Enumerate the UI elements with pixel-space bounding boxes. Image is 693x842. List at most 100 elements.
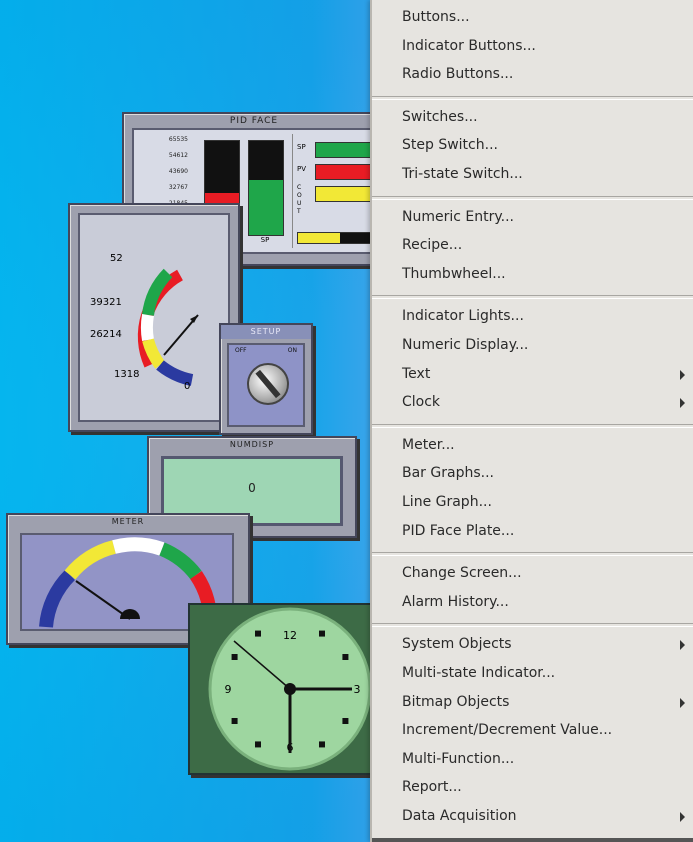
- menu-item-label: Indicator Buttons...: [402, 37, 536, 54]
- clock-tick: [342, 718, 349, 724]
- menu-separator: [372, 623, 693, 628]
- pid-faceplate-title: PID FACE: [229, 116, 279, 126]
- menu-item-label: Report...: [402, 779, 462, 796]
- setup-switch-window: SETUP OFF ON: [219, 323, 313, 435]
- clock-numeral-9: 9: [225, 683, 232, 696]
- menu-separator: [372, 295, 693, 300]
- pid-scale-label: 65535: [168, 136, 188, 143]
- submenu-arrow-icon: [680, 369, 685, 380]
- pid-scale-label: 32767: [168, 184, 188, 191]
- menu-item[interactable]: Switches...: [402, 104, 693, 130]
- menu-item[interactable]: Bar Graphs...: [402, 460, 693, 486]
- menu-item[interactable]: Report...: [402, 774, 693, 800]
- menu-item[interactable]: Radio Buttons...: [402, 61, 693, 87]
- menu-item-label: Buttons...: [402, 9, 470, 25]
- submenu-arrow-icon: [680, 640, 685, 651]
- menu-item-label: Indicator Lights...: [402, 308, 524, 325]
- meter-hub: [120, 609, 140, 619]
- menu-item-label: Bar Graphs...: [402, 465, 494, 482]
- clock-tick: [255, 741, 261, 748]
- menu-item-label: Switches...: [402, 108, 478, 125]
- clock-hub: [284, 683, 296, 695]
- pid-label-t: T: [297, 208, 301, 215]
- menu-item[interactable]: Step Switch...: [402, 132, 693, 158]
- clock-tick: [231, 654, 238, 660]
- meter-arc-white: [112, 537, 165, 556]
- clock-face: 12 3 6 9: [208, 607, 372, 771]
- setup-switch-title: SETUP: [221, 325, 311, 339]
- menu-item-label: Line Graph...: [402, 494, 492, 510]
- menu-item-label: Radio Buttons...: [402, 66, 514, 83]
- pv-horizontal-bar: [315, 164, 375, 180]
- meter-title: METER: [111, 517, 145, 526]
- clock-tick: [231, 718, 238, 724]
- clock-tick: [319, 630, 325, 637]
- menu-item[interactable]: Buttons...: [402, 4, 693, 30]
- arc-white: [140, 313, 154, 342]
- submenu-arrow-icon: [680, 812, 685, 822]
- menu-separator: [372, 552, 693, 557]
- menu-item[interactable]: Clock: [402, 389, 693, 415]
- pid-label-sp: SP: [297, 143, 306, 151]
- meter-arc-blue: [39, 570, 76, 628]
- numdisp-value: 0: [248, 481, 256, 495]
- menu-item[interactable]: Line Graph...: [402, 489, 693, 515]
- menu-item-label: Data Acquisition: [402, 808, 517, 824]
- menu-item[interactable]: Increment/Decrement Value...: [402, 717, 693, 743]
- arc-meter-graphic: [137, 268, 199, 386]
- menu-item-label: Numeric Display...: [402, 337, 529, 353]
- pid-label-u: U: [297, 200, 302, 207]
- menu-item[interactable]: Alarm History...: [402, 589, 693, 615]
- arc-label-52: 52: [110, 253, 123, 264]
- menu-item-label: Increment/Decrement Value...: [402, 722, 613, 739]
- menu-item[interactable]: Numeric Display...: [402, 332, 693, 358]
- menu-item[interactable]: Bitmap Objects: [402, 689, 693, 715]
- pid-scale-label: 43690: [168, 168, 188, 175]
- arc-meter-panel: 52 39321 26214 1318 0: [78, 213, 230, 422]
- menu-item[interactable]: Numeric Entry...: [402, 204, 693, 230]
- arc-meter-window: 52 39321 26214 1318 0: [68, 203, 240, 432]
- menu-item[interactable]: Multi-state Indicator...: [402, 660, 693, 686]
- arc-label-0: 0: [184, 381, 191, 392]
- menu-item[interactable]: Indicator Buttons...: [402, 33, 693, 59]
- menu-item[interactable]: Multi-Function...: [402, 746, 693, 772]
- menu-item[interactable]: Indicator Lights...: [402, 303, 693, 329]
- menu-item[interactable]: PID Face Plate...: [402, 518, 693, 544]
- out-horizontal-bar: [315, 186, 375, 202]
- clock-tick: [342, 654, 349, 660]
- menu-item-label: System Objects: [402, 636, 512, 653]
- pid-label-o: O: [297, 192, 302, 199]
- setup-knob-handle: [255, 369, 281, 399]
- submenu-arrow-icon: [680, 398, 685, 409]
- setup-label-off: OFF: [235, 347, 247, 354]
- menu-item[interactable]: System Objects: [402, 631, 693, 657]
- sp-bar-label: SP: [260, 236, 270, 244]
- menu-item[interactable]: Meter...: [402, 432, 693, 458]
- sp-bar: [248, 140, 284, 236]
- arc-blue: [156, 360, 194, 386]
- menu-item[interactable]: Text: [402, 361, 693, 387]
- pid-mini-bar-fill: [298, 233, 340, 243]
- pid-label-c: C: [297, 184, 302, 191]
- meter-arc-yellow: [64, 540, 116, 580]
- menu-item-label: Change Screen...: [402, 565, 522, 582]
- menu-item-label: Thumbwheel...: [402, 265, 506, 282]
- menu-item[interactable]: Change Screen...: [402, 560, 693, 586]
- menu-item[interactable]: Tri-state Switch...: [402, 161, 693, 187]
- menu-item[interactable]: Recipe...: [402, 232, 693, 258]
- menu-item-label: Text: [402, 365, 431, 382]
- menu-item[interactable]: Thumbwheel...: [402, 261, 693, 287]
- pid-right-panel: SP PV C O U T: [292, 134, 375, 248]
- sp-horizontal-bar: [315, 142, 375, 158]
- setup-switch-panel: OFF ON: [227, 343, 305, 427]
- menu-item[interactable]: Data Acquisition: [402, 803, 693, 829]
- clock-tick: [319, 741, 325, 748]
- setup-switch-knob[interactable]: [247, 363, 289, 405]
- submenu-arrow-icon: [680, 697, 685, 708]
- sp-bar-fill: [249, 180, 283, 235]
- clock-tick: [255, 630, 261, 637]
- menu-separator: [372, 95, 693, 100]
- arc-label-39321: 39321: [90, 297, 122, 308]
- pid-mini-bar: [297, 232, 375, 244]
- menu-item-label: Numeric Entry...: [402, 208, 514, 225]
